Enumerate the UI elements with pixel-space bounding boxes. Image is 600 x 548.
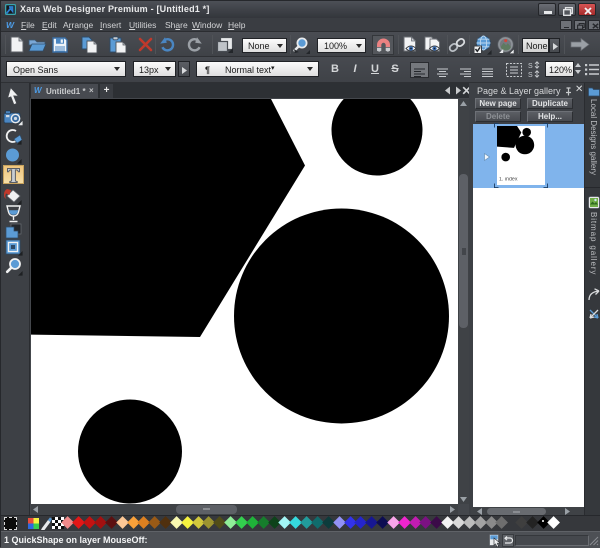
svg-text:S: S bbox=[528, 72, 533, 79]
svg-text:S: S bbox=[528, 63, 533, 70]
